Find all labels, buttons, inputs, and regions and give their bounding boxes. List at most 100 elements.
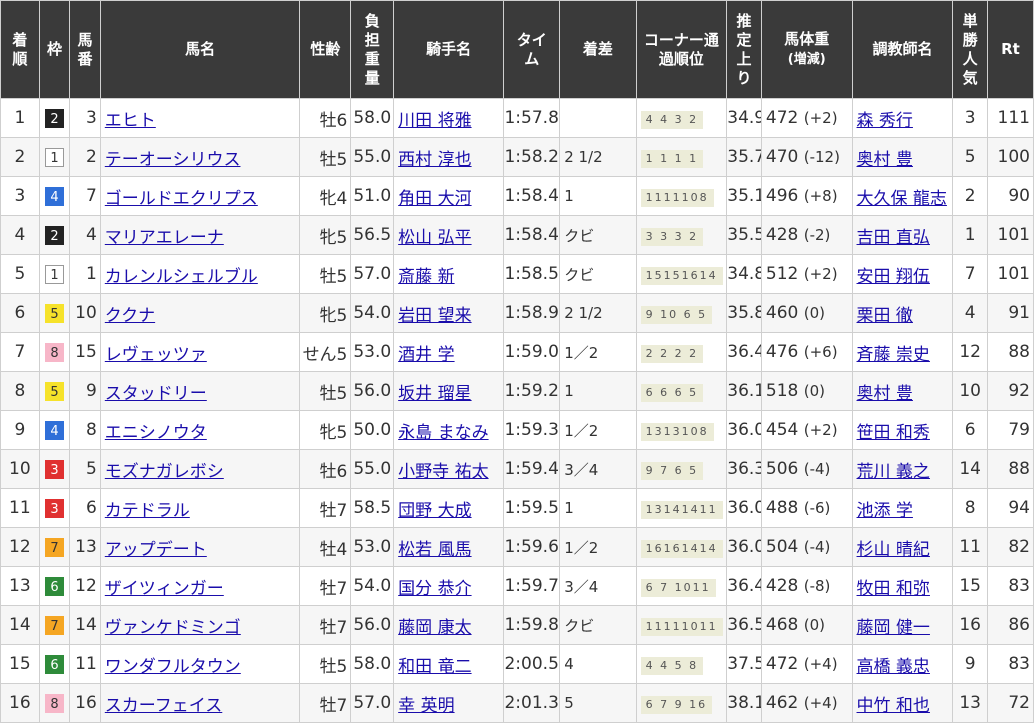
trainer-link[interactable]: 笹田 和秀 [857,423,930,443]
margin-cell: 2 1/2 [559,137,637,177]
horse-cell: マリアエレーナ [99,215,301,255]
jockey-link[interactable]: 角田 大河 [398,189,471,209]
horse-link[interactable]: テーオーシリウス [105,150,241,170]
trainer-link[interactable]: 安田 翔伍 [857,267,930,287]
horse-link[interactable]: スカーフェイス [105,696,222,716]
time-cell: 1:58.4 [503,215,561,255]
body-weight-change: (-2) [803,226,831,244]
horse-link[interactable]: モズナガレボシ [105,462,224,482]
horse-cell: テーオーシリウス [99,137,301,177]
header-rt: Rt [987,0,1034,99]
umaban-cell: 11 [69,644,101,684]
corner-cell: 1313108 [635,410,728,450]
trainer-link[interactable]: 斉藤 崇史 [857,345,930,365]
trainer-link[interactable]: 森 秀行 [857,111,913,131]
body-weight-change: (+2) [803,421,838,439]
trainer-link[interactable]: 栗田 徹 [857,306,913,326]
horse-link[interactable]: ワンダフルタウン [105,657,241,677]
corner-positions: 15151614 [640,266,723,285]
trainer-cell: 中竹 和也 [851,683,954,723]
trainer-link[interactable]: 吉田 直弘 [857,228,930,248]
body-cell: 460 (0) [760,293,853,333]
last3f-cell: 35.8 [726,293,762,333]
jockey-link[interactable]: 坂井 瑠星 [398,384,471,404]
trainer-link[interactable]: 中竹 和也 [857,696,930,716]
weight-cell: 56.5 [350,215,395,255]
header-pop: 単勝人気 [952,0,988,99]
rating-cell: 101 [987,215,1034,255]
jockey-link[interactable]: 西村 淳也 [398,150,471,170]
jockey-link[interactable]: 小野寺 祐太 [398,462,488,482]
horse-link[interactable]: カレンルシェルブル [105,267,258,287]
horse-link[interactable]: ヴァンケドミンゴ [105,618,241,638]
jockey-link[interactable]: 松若 風馬 [398,540,471,560]
trainer-link[interactable]: 奥村 豊 [857,384,913,404]
waku-badge: 3 [44,459,64,479]
waku-badge: 6 [44,654,64,674]
jockey-link[interactable]: 幸 英明 [398,696,454,716]
jockey-link[interactable]: 団野 大成 [398,501,471,521]
corner-positions: 1313108 [640,422,714,441]
horse-link[interactable]: カテドラル [105,501,190,521]
rank-cell: 16 [0,683,40,723]
sexage-cell: 牡5 [299,137,352,177]
horse-link[interactable]: レヴェッツァ [105,345,207,365]
body-weight: 476 [765,342,799,362]
margin-cell: 1／2 [559,527,637,567]
sexage-cell: 牡7 [299,488,352,528]
horse-link[interactable]: ククナ [105,306,155,326]
time-cell: 1:59.7 [503,566,561,606]
header-weight: 負担重量 [350,0,395,99]
body-weight-change: (0) [803,382,825,400]
horse-link[interactable]: マリアエレーナ [105,228,224,248]
horse-cell: ヴァンケドミンゴ [99,605,301,645]
umaban-cell: 13 [69,527,101,567]
horse-link[interactable]: アップデート [105,540,207,560]
trainer-link[interactable]: 奥村 豊 [857,150,913,170]
jockey-link[interactable]: 岩田 望来 [398,306,471,326]
trainer-link[interactable]: 荒川 義之 [857,462,930,482]
body-cell: 488 (-6) [760,488,853,528]
jockey-link[interactable]: 国分 恭介 [398,579,471,599]
jockey-link[interactable]: 松山 弘平 [398,228,471,248]
trainer-link[interactable]: 藤岡 健一 [857,618,930,638]
horse-link[interactable]: エニシノウタ [105,423,207,443]
horse-link[interactable]: スタッドリー [105,384,207,404]
trainer-link[interactable]: 大久保 龍志 [857,189,947,209]
margin-cell: クビ [559,254,637,294]
umaban-cell: 14 [69,605,101,645]
waku-cell: 3 [38,449,71,489]
corner-positions: 6 6 6 5 [640,383,704,402]
margin-cell: 1／2 [559,332,637,372]
body-cell: 428 (-2) [760,215,853,255]
jockey-link[interactable]: 和田 竜二 [398,657,471,677]
trainer-link[interactable]: 牧田 和弥 [857,579,930,599]
waku-cell: 4 [38,176,71,216]
body-weight: 468 [765,615,799,635]
margin-cell: 5 [559,683,637,723]
horse-link[interactable]: ザイツィンガー [105,579,224,599]
horse-link[interactable]: エヒト [105,111,156,131]
jockey-link[interactable]: 永島 まなみ [398,423,488,443]
trainer-link[interactable]: 高橋 義忠 [857,657,930,677]
trainer-link[interactable]: 池添 学 [857,501,913,521]
header-body: 馬体重 (増減) [760,0,853,99]
header-horse: 馬名 [99,0,301,99]
trainer-link[interactable]: 杉山 晴紀 [857,540,930,560]
corner-cell: 1 1 1 1 [635,137,728,177]
table-row: 12 7 13 アップデート 牡4 53.0 松若 風馬 1:59.6 1／2 16161414 3… [0,527,1034,567]
jockey-link[interactable]: 斎藤 新 [398,267,454,287]
weight-cell: 50.0 [350,410,395,450]
rank-cell: 13 [0,566,40,606]
jockey-link[interactable]: 酒井 学 [398,345,454,365]
corner-positions: 16161414 [640,539,723,558]
time-cell: 2:01.3 [503,683,561,723]
rating-cell: 83 [987,644,1034,684]
horse-link[interactable]: ゴールドエクリプス [105,189,258,209]
jockey-link[interactable]: 藤岡 康太 [398,618,471,638]
corner-positions: 4 4 3 2 [640,110,704,129]
last3f-cell: 37.5 [726,644,762,684]
corner-positions: 1111108 [640,188,714,207]
jockey-link[interactable]: 川田 将雅 [398,111,471,131]
rank-cell: 10 [0,449,40,489]
